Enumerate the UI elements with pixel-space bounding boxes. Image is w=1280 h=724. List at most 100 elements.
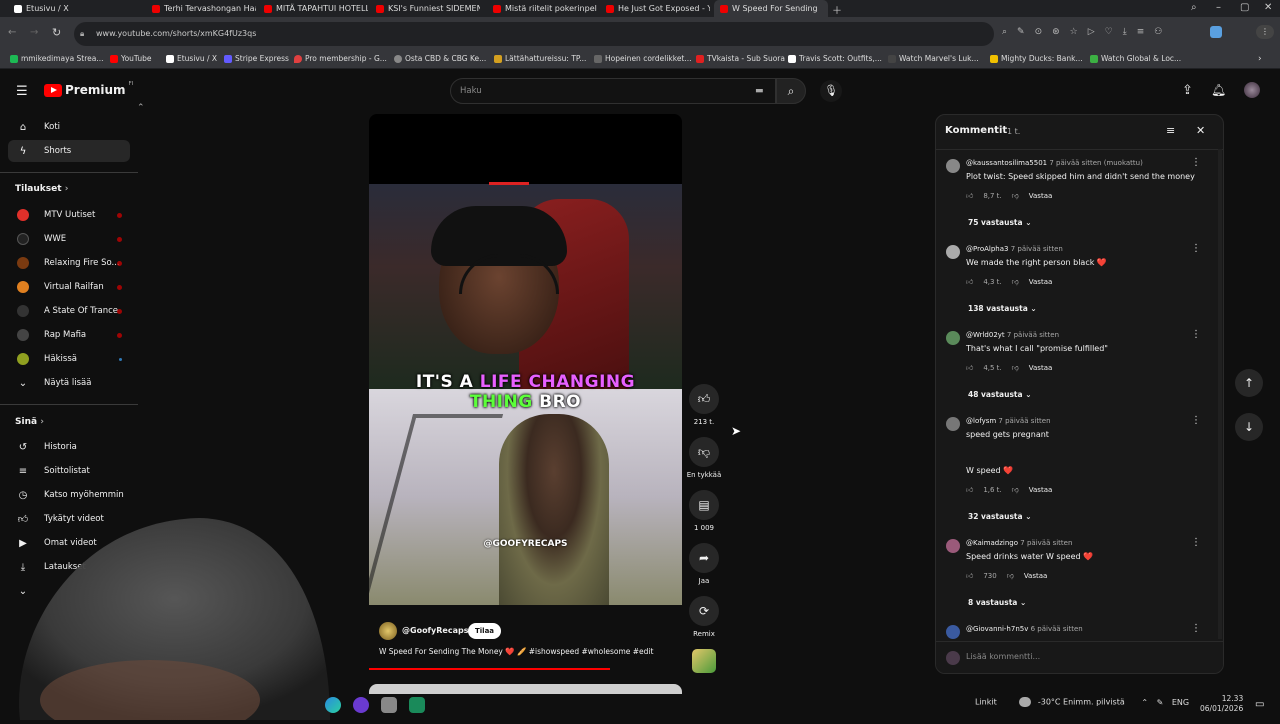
more-options-icon[interactable]: ⋮ xyxy=(1191,537,1201,548)
bookmark[interactable]: Watch Marvel's Luk... xyxy=(888,54,979,63)
thumbs-up-icon[interactable]: 👍︎ xyxy=(966,191,973,200)
subscription-item[interactable]: Rap Mafia xyxy=(8,324,130,346)
reply-button[interactable]: Vastaa xyxy=(1029,364,1053,372)
edge-icon[interactable] xyxy=(325,697,341,713)
browser-tab[interactable]: He Just Got Exposed - You xyxy=(600,0,710,17)
show-more-button[interactable]: ⌄ Näytä lisää xyxy=(8,372,130,394)
sort-icon[interactable]: ≡ xyxy=(1166,124,1175,137)
comment-author[interactable]: @Kaimadzingo xyxy=(966,539,1018,547)
minimize-icon[interactable]: – xyxy=(1216,2,1221,13)
previous-short-button[interactable]: ↑ xyxy=(1235,369,1263,397)
replies-toggle[interactable]: 75 vastausta ⌄ xyxy=(968,218,1031,227)
video-title[interactable]: W Speed For Sending The Money ❤️ 🥖 #isho… xyxy=(379,647,679,656)
app-icon[interactable] xyxy=(381,697,397,713)
bookmark[interactable]: TVkaista - Sub Suora xyxy=(696,54,785,63)
channel-avatar[interactable] xyxy=(379,622,397,640)
comment-author[interactable]: @ProAlpha3 xyxy=(966,245,1008,253)
more-options-icon[interactable]: ⋮ xyxy=(1191,415,1201,426)
bookmarks-overflow-icon[interactable]: › xyxy=(1258,54,1262,64)
language-indicator[interactable]: ENG xyxy=(1172,698,1189,707)
subscription-item[interactable]: WWE xyxy=(8,228,130,250)
tray-overflow-icon[interactable]: ⌃ xyxy=(1141,698,1148,707)
replies-toggle[interactable]: 138 vastausta ⌄ xyxy=(968,304,1037,313)
thumbs-down-icon[interactable]: 👎︎ xyxy=(1007,571,1014,580)
reply-button[interactable]: Vastaa xyxy=(1029,192,1053,200)
bookmark[interactable]: Mighty Ducks: Bank... xyxy=(990,54,1083,63)
bookmark[interactable]: Hopeinen cordelikket... xyxy=(594,54,692,63)
comments-scrollbar[interactable] xyxy=(1218,149,1222,639)
like-button[interactable]: 👍︎ 213 t. xyxy=(686,384,722,426)
subscription-item[interactable]: Häkissä xyxy=(8,348,130,370)
replies-toggle[interactable]: 48 vastausta ⌄ xyxy=(968,390,1031,399)
thumbs-down-icon[interactable]: 👎︎ xyxy=(1012,363,1019,372)
profile-icon[interactable]: ⋮ xyxy=(1256,25,1274,39)
comment-avatar[interactable] xyxy=(946,245,960,259)
weather-temp[interactable]: -30°C xyxy=(1038,698,1061,707)
subscription-item[interactable]: Relaxing Fire So... xyxy=(8,252,130,274)
sidebar-show-more[interactable]: ⌄ xyxy=(8,580,130,602)
channel-name[interactable]: @GoofyRecaps xyxy=(402,626,468,635)
add-comment-input[interactable]: Lisää kommentti... xyxy=(966,652,1040,661)
comments-button[interactable]: ▤ 1 009 xyxy=(686,490,722,532)
weather-icon[interactable] xyxy=(1019,697,1032,707)
notifications-icon[interactable]: 🔔︎ xyxy=(1211,83,1226,97)
sidebar-item-shorts[interactable]: ϟ Shorts xyxy=(8,140,130,162)
thumbs-up-icon[interactable]: 👍︎ xyxy=(966,485,973,494)
comment-author[interactable]: @Wrld02yt xyxy=(966,331,1005,339)
sidebar-item-history[interactable]: ↺ Historia xyxy=(8,436,130,458)
search-input[interactable]: Haku ▬ xyxy=(450,78,776,104)
more-options-icon[interactable]: ⋮ xyxy=(1191,329,1201,340)
app-icon[interactable] xyxy=(353,697,369,713)
comment-author[interactable]: @lofysm xyxy=(966,417,996,425)
browser-tab[interactable]: MITÄ TAPAHTUI HOTELLII xyxy=(258,0,368,17)
back-icon[interactable]: ← xyxy=(8,27,16,38)
bookmark[interactable]: Travis Scott: Outfits,... xyxy=(788,54,882,63)
bookmark[interactable]: mmikedimaya Strea... xyxy=(10,54,104,63)
subscription-item[interactable]: MTV Uutiset xyxy=(8,204,130,226)
upload-icon[interactable]: ⇪ xyxy=(1182,83,1193,98)
notification-center-icon[interactable]: ▭ xyxy=(1255,699,1264,710)
thumbs-down-icon[interactable]: 👎︎ xyxy=(1012,191,1019,200)
remix-button[interactable]: ⟳ Remix xyxy=(686,596,722,638)
thumbs-up-icon[interactable]: 👍︎ xyxy=(966,277,973,286)
browser-tab[interactable]: Terhi Tervashongan Haasta xyxy=(146,0,256,17)
subscription-item[interactable]: Virtual Railfan xyxy=(8,276,130,298)
close-window-icon[interactable]: ✕ xyxy=(1264,2,1272,13)
sidebar-collapse-icon[interactable]: ⌃ xyxy=(137,103,145,113)
browser-tab[interactable]: KSI's Funniest SIDEMEN M xyxy=(370,0,480,17)
sidebar-item-home[interactable]: ⌂ Koti xyxy=(8,116,130,138)
bookmark[interactable]: Watch Global & Loc... xyxy=(1090,54,1181,63)
comment-avatar[interactable] xyxy=(946,625,960,639)
comment-author[interactable]: @kaussantosilima5501 xyxy=(966,159,1047,167)
reply-button[interactable]: Vastaa xyxy=(1024,572,1048,580)
video-progress-bar[interactable] xyxy=(369,668,610,670)
sound-thumbnail[interactable] xyxy=(692,649,716,673)
bookmark[interactable]: Pro membership - G... xyxy=(294,54,387,63)
bookmark[interactable]: Osta CBD & CBG Ke... xyxy=(394,54,486,63)
bookmark[interactable]: Lättähattureissu: TP... xyxy=(494,54,586,63)
links-toolbar[interactable]: Linkit xyxy=(975,698,997,707)
extension-icon[interactable] xyxy=(1210,26,1222,38)
youtube-premium-logo[interactable]: Premium FI xyxy=(44,81,133,97)
tab-search-icon[interactable]: ⌕ xyxy=(1191,2,1197,13)
more-options-icon[interactable]: ⋮ xyxy=(1191,243,1201,254)
thumbs-down-icon[interactable]: 👎︎ xyxy=(1012,277,1019,286)
subscriptions-header[interactable]: Tilaukset › xyxy=(15,184,68,194)
browser-tab[interactable]: Mistä riitelit pokerinpelass xyxy=(487,0,597,17)
browser-tab[interactable]: Etusivu / X xyxy=(8,0,134,17)
weather-desc[interactable]: Enimm. pilvistä xyxy=(1063,698,1125,707)
avatar[interactable] xyxy=(1244,82,1260,98)
share-button[interactable]: ➦ Jaa xyxy=(686,543,722,585)
reply-button[interactable]: Vastaa xyxy=(1029,486,1053,494)
sidebar-item-playlists[interactable]: ≡ Soittolistat xyxy=(8,460,130,482)
comment-avatar[interactable] xyxy=(946,417,960,431)
close-icon[interactable]: ✕ xyxy=(1196,124,1205,137)
search-button[interactable]: ⌕ xyxy=(776,78,806,104)
keyboard-icon[interactable]: ▬ xyxy=(755,79,764,103)
sidebar-item-watch-later[interactable]: ◷ Katso myöhemmin xyxy=(8,484,130,506)
comment-avatar[interactable] xyxy=(946,159,960,173)
thumbs-up-icon[interactable]: 👍︎ xyxy=(966,571,973,580)
comment-avatar[interactable] xyxy=(946,331,960,345)
voice-search-button[interactable]: 🎙︎ xyxy=(820,80,842,102)
reply-button[interactable]: Vastaa xyxy=(1029,278,1053,286)
